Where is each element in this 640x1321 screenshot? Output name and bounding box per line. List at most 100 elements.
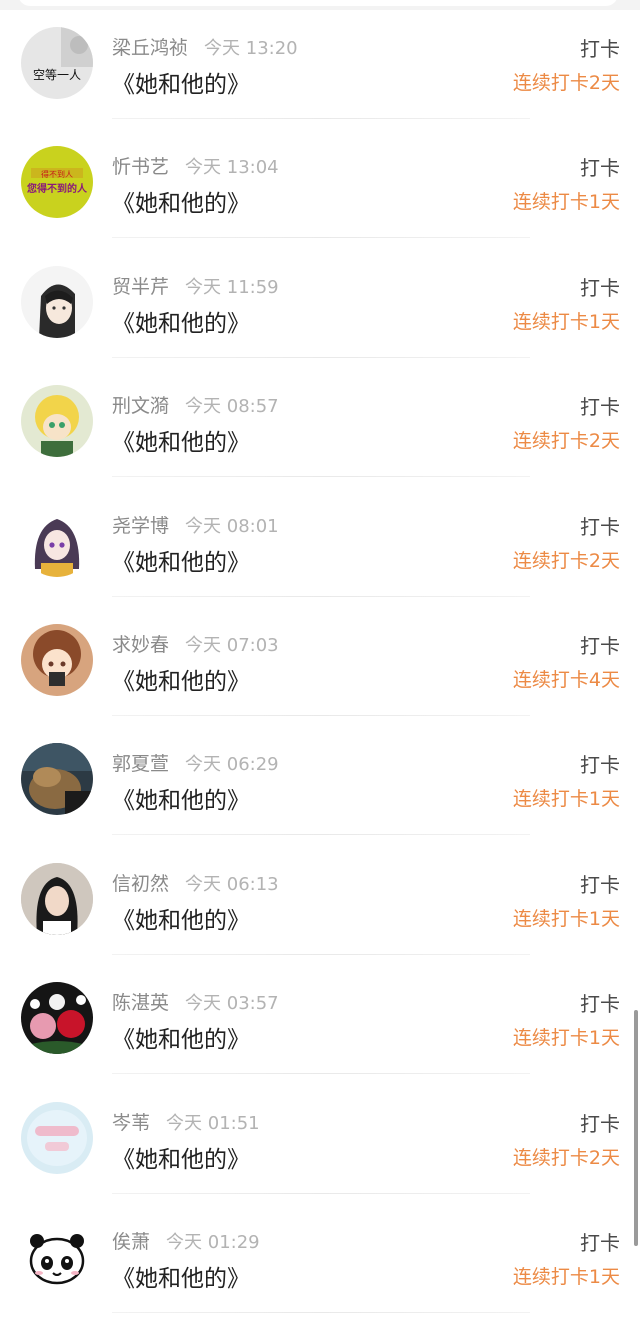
list-item[interactable]: 刑文漪 今天 08:57 《她和他的》 打卡连续打卡2天	[0, 358, 640, 477]
user-name[interactable]: 求妙春 今天 07:03	[112, 630, 279, 657]
user-name[interactable]: 忻书艺 今天 13:04	[112, 152, 279, 179]
user-name[interactable]: 郭夏萱 今天 06:29	[112, 749, 279, 776]
checkin-label: 打卡	[580, 634, 620, 658]
streak-badge: 连续打卡2天	[512, 550, 620, 572]
user-name[interactable]: 信初然 今天 06:13	[112, 869, 279, 896]
user-name-text[interactable]: 郭夏萱	[112, 753, 169, 775]
book-title[interactable]: 《她和他的》	[112, 1020, 250, 1054]
divider	[112, 1312, 530, 1313]
divider	[112, 476, 530, 477]
book-title[interactable]: 《她和他的》	[112, 423, 250, 457]
list-item[interactable]: 郭夏萱 今天 06:29 《她和他的》 打卡 连续打卡1天	[0, 716, 640, 835]
avatar[interactable]	[21, 863, 93, 935]
checkin-time: 今天 08:57	[185, 396, 279, 417]
checkin-time: 今天 11:59	[185, 277, 279, 298]
list-item[interactable]: 俟萧 今天 01:29 《她和他的》 打卡连续打卡1天	[0, 1194, 640, 1313]
avatar-text-icon: 空等一人	[21, 27, 93, 99]
divider	[112, 1073, 530, 1074]
avatar-anime-yellow-icon	[21, 385, 93, 457]
avatar[interactable]	[21, 505, 93, 577]
avatar[interactable]: 空等一人	[21, 27, 93, 99]
user-name[interactable]: 尧学博 今天 08:01	[112, 511, 279, 538]
checkin-time: 今天 13:20	[204, 38, 298, 59]
list-item[interactable]: 尧学博 今天 08:01 《她和他的》 打卡连续打卡2天	[0, 478, 640, 597]
list-item[interactable]: 岑苇 今天 01:51 《她和他的》 打卡连续打卡2天	[0, 1075, 640, 1194]
avatar[interactable]	[21, 982, 93, 1054]
scrollbar[interactable]	[634, 1010, 638, 1246]
user-name-text[interactable]: 刑文漪	[112, 395, 169, 417]
streak-badge: 连续打卡4天	[512, 669, 620, 691]
checkin-label: 打卡	[580, 37, 620, 61]
checkin-time: 今天 06:29	[185, 754, 279, 775]
book-title[interactable]: 《她和他的》	[112, 65, 250, 99]
user-name-text[interactable]: 陈湛英	[112, 992, 169, 1014]
checkin-label: 打卡	[580, 753, 620, 777]
user-name-text[interactable]: 忻书艺	[112, 156, 169, 178]
user-name[interactable]: 俟萧 今天 01:29	[112, 1227, 260, 1254]
book-title[interactable]: 《她和他的》	[112, 781, 250, 815]
book-title[interactable]: 《她和他的》	[112, 901, 250, 935]
list-item[interactable]: 贸半芹 今天 11:59 《她和他的》 打卡连续打卡1天	[0, 239, 640, 358]
user-name[interactable]: 贸半芹 今天 11:59	[112, 272, 279, 299]
user-name-text[interactable]: 求妙春	[112, 634, 169, 656]
streak-badge: 连续打卡2天	[512, 1147, 620, 1169]
user-name-text[interactable]: 岑苇	[112, 1112, 150, 1134]
avatar-anime-girl-icon	[21, 505, 93, 577]
checkin-time: 今天 03:57	[185, 993, 279, 1014]
book-title[interactable]: 《她和他的》	[112, 304, 250, 338]
avatar-photo-girl-icon	[21, 863, 93, 935]
avatar[interactable]	[21, 266, 93, 338]
user-name-text[interactable]: 俟萧	[112, 1231, 150, 1253]
user-name-text[interactable]: 贸半芹	[112, 276, 169, 298]
checkin-label: 打卡	[580, 395, 620, 419]
list-item[interactable]: 信初然 今天 06:13 《她和他的》 打卡 连续打卡1天	[0, 836, 640, 955]
user-name[interactable]: 梁丘鸿祯 今天 13:20	[112, 33, 298, 60]
checkin-label: 打卡	[580, 515, 620, 539]
checkin-label: 打卡	[580, 992, 620, 1016]
avatar[interactable]	[21, 1102, 93, 1174]
list-item[interactable]: 空等一人 梁丘鸿祯 今天 13:20 《她和他的》 打卡 连续打卡2天	[0, 0, 640, 119]
avatar-blurred-icon	[21, 1102, 93, 1174]
svg-text:空等一人: 空等一人	[33, 68, 81, 82]
checkin-label: 打卡	[580, 156, 620, 180]
user-name-text[interactable]: 梁丘鸿祯	[112, 37, 188, 59]
divider	[112, 237, 530, 238]
book-title[interactable]: 《她和他的》	[112, 1140, 250, 1174]
checkin-time: 今天 01:29	[166, 1232, 260, 1253]
svg-text:您得不到的人: 您得不到的人	[27, 182, 88, 195]
checkin-label: 打卡	[580, 1112, 620, 1136]
streak-badge: 连续打卡1天	[512, 1266, 620, 1288]
book-title[interactable]: 《她和他的》	[112, 184, 250, 218]
avatar[interactable]	[21, 624, 93, 696]
avatar[interactable]	[21, 1221, 93, 1293]
user-name-text[interactable]: 尧学博	[112, 515, 169, 537]
user-name-text[interactable]: 信初然	[112, 873, 169, 895]
streak-badge: 连续打卡1天	[512, 191, 620, 213]
list-item[interactable]: 陈湛英 今天 03:57 《她和他的》 打卡连续打卡1天	[0, 955, 640, 1074]
avatar[interactable]	[21, 385, 93, 457]
user-name[interactable]: 陈湛英 今天 03:57	[112, 988, 279, 1015]
checkin-time: 今天 06:13	[185, 874, 279, 895]
streak-badge: 连续打卡1天	[512, 311, 620, 333]
book-title[interactable]: 《她和他的》	[112, 1259, 250, 1293]
checkin-label: 打卡	[580, 1231, 620, 1255]
avatar-roses-icon	[21, 982, 93, 1054]
avatar[interactable]	[21, 743, 93, 815]
checkin-label: 打卡	[580, 276, 620, 300]
streak-badge: 连续打卡1天	[512, 908, 620, 930]
checkin-time: 今天 08:01	[185, 516, 279, 537]
svg-text:得不到人: 得不到人	[41, 169, 73, 179]
user-name[interactable]: 刑文漪 今天 08:57	[112, 391, 279, 418]
streak-badge: 连续打卡2天	[512, 430, 620, 452]
checkin-time: 今天 07:03	[185, 635, 279, 656]
divider	[112, 834, 530, 835]
list-item[interactable]: 求妙春 今天 07:03 《她和他的》 打卡连续打卡4天	[0, 597, 640, 716]
book-title[interactable]: 《她和他的》	[112, 662, 250, 696]
avatar-photo-dog-icon	[21, 743, 93, 815]
list-item[interactable]: 得不到人 您得不到的人 忻书艺 今天 13:04 《她和他的》 打卡 连续打卡1天	[0, 119, 640, 238]
avatar-text-icon: 得不到人您得不到的人	[21, 146, 93, 218]
book-title[interactable]: 《她和他的》	[112, 543, 250, 577]
streak-badge: 连续打卡1天	[512, 1027, 620, 1049]
avatar[interactable]: 得不到人您得不到的人	[21, 146, 93, 218]
user-name[interactable]: 岑苇 今天 01:51	[112, 1108, 260, 1135]
